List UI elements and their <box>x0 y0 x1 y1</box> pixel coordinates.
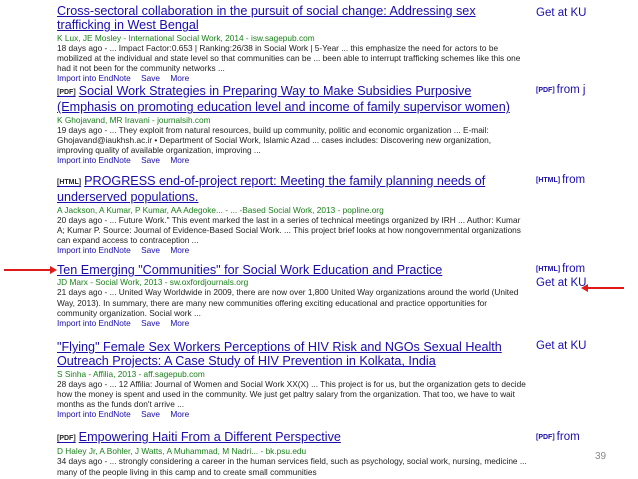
right-annotation-arrow-head <box>581 284 588 292</box>
file-type-tag: [PDF] <box>57 435 76 442</box>
result-source: D Haley Jr, A Bohler, J Watts, A Muhamma… <box>57 446 307 457</box>
result-snippet: 20 days ago - ... Future Work." This eve… <box>57 214 521 246</box>
page-number: 39 <box>595 451 607 462</box>
save-link[interactable]: Save <box>141 245 160 255</box>
result-title-text[interactable]: PROGRESS end-of-project report: Meeting … <box>57 174 485 204</box>
side-link-text[interactable]: Get at KU <box>536 340 587 352</box>
result-snippet: 18 days ago - ... Impact Factor:0.653 | … <box>57 42 521 74</box>
result-item: [HTML] PROGRESS end-of-project report: Me… <box>57 174 527 256</box>
result-snippet: 34 days ago - ... strongly considering a… <box>57 456 527 477</box>
save-link[interactable]: Save <box>141 409 160 419</box>
side-file-type-tag: [PDF] <box>536 434 555 441</box>
side-link-pdf[interactable]: [PDF] from j <box>536 84 636 97</box>
left-annotation-arrow-head <box>50 266 57 274</box>
result-title-link[interactable]: Ten Emerging "Communities" for Social Wo… <box>57 263 527 277</box>
result-links: Import into EndNote Save More <box>57 245 527 256</box>
side-link-text[interactable]: Get at KU <box>536 277 587 289</box>
result-item: [PDF] Empowering Haiti From a Different P… <box>57 430 527 477</box>
save-link[interactable]: Save <box>141 155 160 165</box>
side-link-html[interactable]: [HTML] from <box>536 263 636 276</box>
result-title-link[interactable]: Cross-sectoral collaboration in the purs… <box>57 4 527 33</box>
result-item: Ten Emerging "Communities" for Social Wo… <box>57 263 527 329</box>
side-file-type-tag: [HTML] <box>536 177 561 184</box>
result-links: Import into EndNote Save More <box>57 409 527 420</box>
import-endnote-link[interactable]: Import into EndNote <box>57 409 131 419</box>
result-item: "Flying" Female Sex Workers Perceptions … <box>57 340 527 420</box>
side-link-text[interactable]: from j <box>557 84 586 96</box>
side-link-pdf[interactable]: [PDF] from <box>536 431 636 444</box>
import-endnote-link[interactable]: Import into EndNote <box>57 245 131 255</box>
save-link[interactable]: Save <box>141 73 160 83</box>
result-title-text[interactable]: Cross-sectoral collaboration in the purs… <box>57 4 476 32</box>
more-link[interactable]: More <box>170 245 189 255</box>
result-snippet: 21 days ago - ... United Way Worldwide i… <box>57 287 519 318</box>
side-link-text[interactable]: Get at KU <box>536 7 587 19</box>
result-title-link[interactable]: [HTML] PROGRESS end-of-project report: Me… <box>57 174 527 205</box>
left-annotation-arrow-shaft <box>4 269 52 271</box>
import-endnote-link[interactable]: Import into EndNote <box>57 155 131 165</box>
result-title-text[interactable]: Ten Emerging "Communities" for Social Wo… <box>57 263 442 277</box>
save-link[interactable]: Save <box>141 318 160 328</box>
more-link[interactable]: More <box>170 318 189 328</box>
right-annotation-arrow-shaft <box>588 287 624 289</box>
side-file-type-tag: [HTML] <box>536 266 561 273</box>
result-snippet: 19 days ago - ... They exploit from natu… <box>57 124 492 156</box>
result-source: K Lux, JE Mosley - International Social … <box>57 32 315 43</box>
result-title-link[interactable]: "Flying" Female Sex Workers Perceptions … <box>57 340 527 369</box>
result-title-text[interactable]: Empowering Haiti From a Different Perspe… <box>79 430 341 444</box>
result-links: Import into EndNote Save More <box>57 155 527 166</box>
side-link-get-at-ku[interactable]: Get at KU <box>536 340 636 353</box>
result-source: A Jackson, A Kumar, P Kumar, AA Adegoke.… <box>57 204 384 215</box>
result-item: Cross-sectoral collaboration in the purs… <box>57 4 527 84</box>
result-source: JD Marx - Social Work, 2013 - sw.oxfordj… <box>57 277 249 288</box>
file-type-tag: [PDF] <box>57 89 76 96</box>
more-link[interactable]: More <box>170 73 189 83</box>
import-endnote-link[interactable]: Import into EndNote <box>57 318 131 328</box>
side-link-html[interactable]: [HTML] from <box>536 174 636 187</box>
side-file-type-tag: [PDF] <box>536 87 555 94</box>
more-link[interactable]: More <box>170 155 189 165</box>
file-type-tag: [HTML] <box>57 179 82 186</box>
import-endnote-link[interactable]: Import into EndNote <box>57 73 131 83</box>
result-item: [PDF] Social Work Strategies in Preparing… <box>57 84 527 166</box>
result-title-text[interactable]: Social Work Strategies in Preparing Way … <box>57 84 510 114</box>
more-link[interactable]: More <box>170 409 189 419</box>
result-snippet: 28 days ago - ... 12 Affilia: Journal of… <box>57 378 526 410</box>
result-title-text[interactable]: "Flying" Female Sex Workers Perceptions … <box>57 340 502 368</box>
result-title-link[interactable]: [PDF] Empowering Haiti From a Different P… <box>57 430 527 446</box>
result-source: S Sinha - Affilia, 2013 - aff.sagepub.co… <box>57 368 205 379</box>
side-link-text[interactable]: from <box>562 263 585 275</box>
result-links: Import into EndNote Save More <box>57 73 527 84</box>
side-link-text[interactable]: from <box>562 174 585 186</box>
result-title-link[interactable]: [PDF] Social Work Strategies in Preparing… <box>57 84 527 115</box>
result-links: Import into EndNote Save More <box>57 318 527 329</box>
side-link-get-at-ku[interactable]: Get at KU <box>536 7 636 20</box>
side-link-text[interactable]: from <box>557 431 580 443</box>
result-source: K Ghojavand, MR Iravani - journalsih.com <box>57 114 211 125</box>
